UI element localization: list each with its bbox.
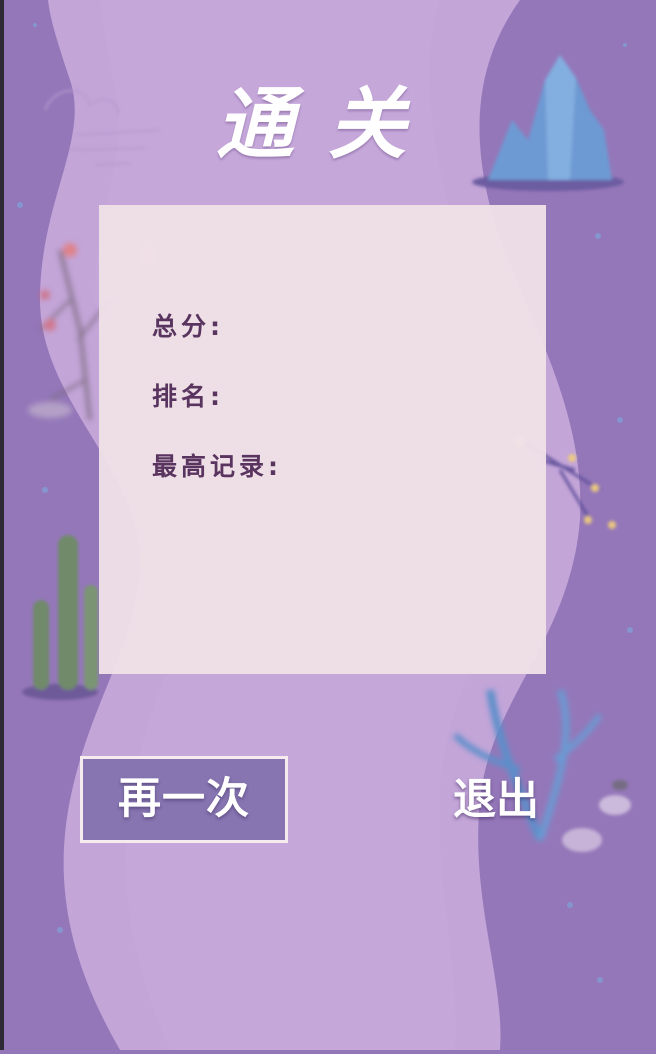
result-card: 总分: 排名: 最高记录: <box>99 205 546 674</box>
retry-button[interactable]: 再一次 <box>80 756 288 843</box>
exit-button[interactable]: 退出 <box>446 770 546 830</box>
best-record-label: 最高记录: <box>152 452 282 481</box>
rank-label: 排名: <box>152 382 224 411</box>
total-score-label: 总分: <box>152 312 224 341</box>
page-title: 通关 <box>215 79 440 170</box>
